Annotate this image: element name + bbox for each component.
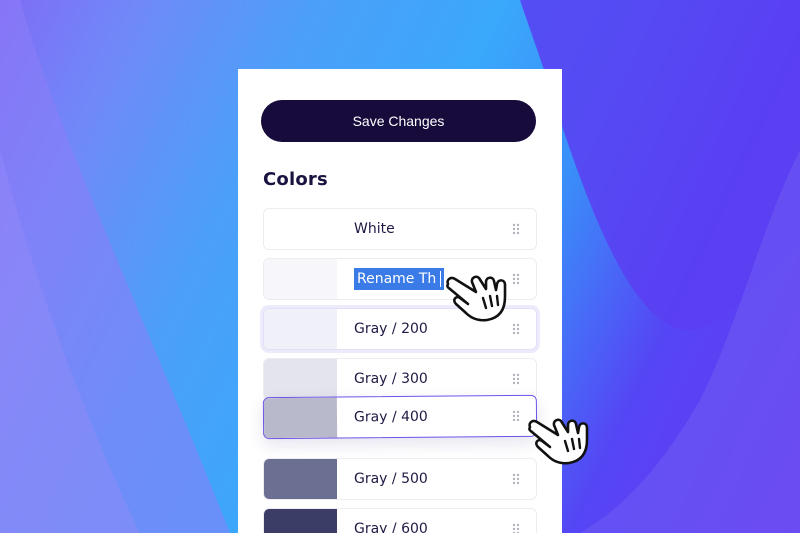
color-name[interactable]: Gray / 200 (337, 309, 496, 349)
color-name[interactable]: Gray / 600 (337, 509, 496, 533)
color-row-gray-500[interactable]: Gray / 500 (263, 458, 537, 500)
drag-handle-icon[interactable] (496, 509, 536, 533)
color-row-white[interactable]: White (263, 208, 537, 250)
color-row-gray-200[interactable]: Gray / 200 (263, 308, 537, 350)
color-swatch (263, 397, 338, 439)
color-swatch (264, 509, 337, 533)
rename-input[interactable]: Rename Th (354, 268, 445, 290)
color-name[interactable]: Gray / 300 (337, 359, 496, 399)
colors-panel: Save Changes Colors White Rename Th Gray… (238, 69, 562, 533)
color-row-gray-300[interactable]: Gray / 300 (263, 358, 537, 400)
save-changes-button[interactable]: Save Changes (261, 100, 536, 142)
color-name[interactable]: White (337, 209, 496, 249)
color-swatch (264, 259, 337, 299)
color-name[interactable]: Gray / 400 (337, 396, 496, 437)
color-swatch (264, 309, 337, 349)
color-row-gray-400-dragging[interactable]: Gray / 400 (262, 394, 538, 440)
drag-handle-icon[interactable] (496, 259, 536, 299)
drag-handle-icon[interactable] (496, 309, 536, 349)
section-title: Colors (263, 169, 328, 190)
drag-handle-icon[interactable] (496, 396, 536, 436)
color-swatch (264, 209, 337, 249)
color-row-gray-600[interactable]: Gray / 600 (263, 508, 537, 533)
color-name-edit[interactable]: Rename Th (337, 259, 496, 299)
drag-handle-icon[interactable] (496, 459, 536, 499)
color-row-rename[interactable]: Rename Th (263, 258, 537, 300)
drag-handle-icon[interactable] (496, 209, 536, 249)
color-name[interactable]: Gray / 500 (337, 459, 496, 499)
drag-handle-icon[interactable] (496, 359, 536, 399)
color-swatch (264, 459, 337, 499)
color-swatch (264, 359, 337, 399)
